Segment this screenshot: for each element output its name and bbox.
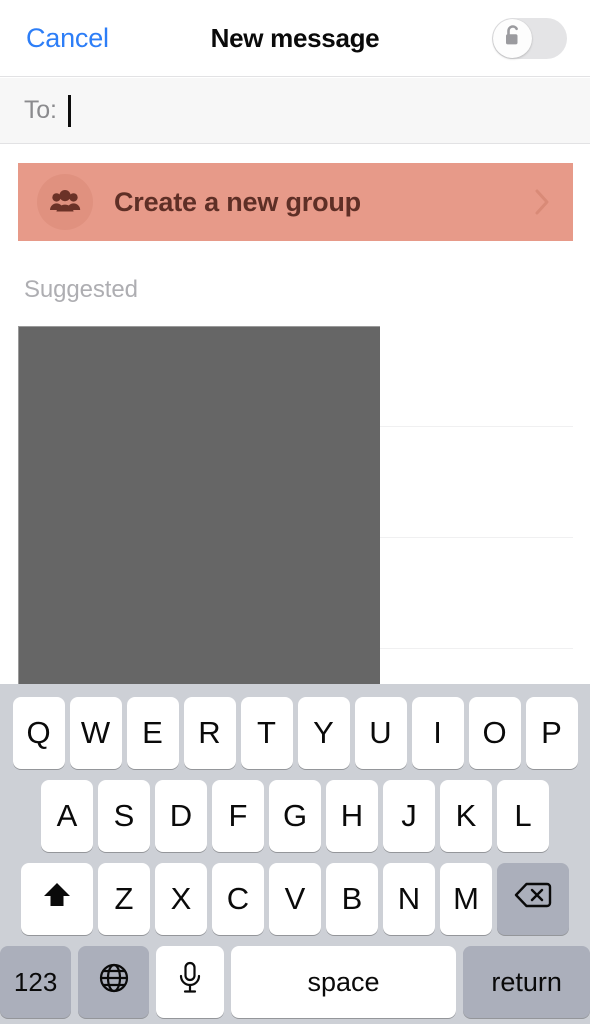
space-key[interactable]: space — [230, 946, 457, 1018]
keyboard-row-2: A S D F G H J K L — [0, 777, 590, 855]
key-i[interactable]: I — [411, 697, 464, 769]
key-z[interactable]: Z — [98, 863, 150, 935]
create-group-label: Create a new group — [114, 186, 361, 217]
keyboard-row-1: Q W E R T Y U I O P — [0, 694, 590, 772]
key-k[interactable]: K — [440, 780, 492, 852]
key-g[interactable]: G — [269, 780, 321, 852]
new-message-screen: Cancel New message To: Create a new grou… — [0, 0, 590, 1024]
navigation-bar: Cancel New message — [0, 0, 590, 77]
key-s[interactable]: S — [98, 780, 150, 852]
key-v[interactable]: V — [269, 863, 321, 935]
key-y[interactable]: Y — [297, 697, 350, 769]
toggle-knob — [493, 19, 532, 58]
group-people-icon — [37, 174, 93, 230]
key-c[interactable]: C — [212, 863, 264, 935]
recipient-input-row[interactable]: To: — [0, 78, 590, 144]
chevron-right-icon — [534, 187, 551, 217]
key-m[interactable]: M — [440, 863, 492, 935]
key-j[interactable]: J — [383, 780, 435, 852]
backspace-key[interactable] — [497, 863, 569, 935]
key-o[interactable]: O — [468, 697, 521, 769]
key-b[interactable]: B — [326, 863, 378, 935]
return-key[interactable]: return — [463, 946, 590, 1018]
key-a[interactable]: A — [41, 780, 93, 852]
key-e[interactable]: E — [126, 697, 179, 769]
key-h[interactable]: H — [326, 780, 378, 852]
encryption-lock-toggle[interactable] — [492, 18, 567, 59]
key-q[interactable]: Q — [12, 697, 65, 769]
suggested-section-header: Suggested — [24, 276, 138, 303]
delete-left-icon — [513, 880, 553, 918]
globe-key[interactable] — [78, 946, 150, 1018]
unlocked-padlock-icon — [503, 24, 523, 53]
redaction-overlay — [18, 326, 380, 684]
key-f[interactable]: F — [212, 780, 264, 852]
keyboard-row-4: 123 space return — [0, 943, 590, 1021]
microphone-icon — [177, 961, 203, 1003]
text-cursor — [67, 94, 71, 127]
key-l[interactable]: L — [497, 780, 549, 852]
create-new-group-row[interactable]: Create a new group — [18, 163, 573, 241]
keyboard-row-3: Z X C V B N M — [0, 860, 590, 938]
key-d[interactable]: D — [155, 780, 207, 852]
globe-icon — [98, 962, 130, 1002]
numbers-key[interactable]: 123 — [0, 946, 72, 1018]
shift-key[interactable] — [21, 863, 93, 935]
key-n[interactable]: N — [383, 863, 435, 935]
key-u[interactable]: U — [354, 697, 407, 769]
key-p[interactable]: P — [525, 697, 578, 769]
key-x[interactable]: X — [155, 863, 207, 935]
key-w[interactable]: W — [69, 697, 122, 769]
dictation-key[interactable] — [156, 946, 224, 1018]
to-label: To: — [24, 96, 57, 124]
key-r[interactable]: R — [183, 697, 236, 769]
onscreen-keyboard: Q W E R T Y U I O P A S D F G H J K L Z … — [0, 684, 590, 1024]
key-t[interactable]: T — [240, 697, 293, 769]
shift-arrow-up-icon — [40, 878, 74, 920]
